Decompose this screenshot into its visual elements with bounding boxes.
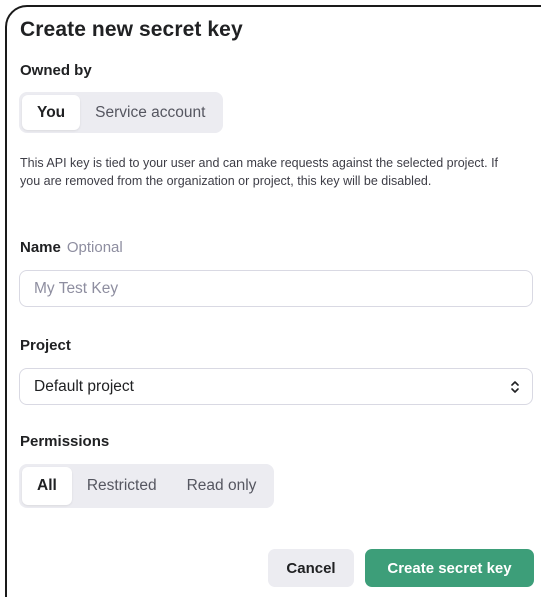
owned-by-label: Owned by <box>20 62 92 79</box>
dialog-title: Create new secret key <box>20 18 243 41</box>
owned-by-segmented-control: You Service account <box>19 92 224 133</box>
owned-by-option-you[interactable]: You <box>22 95 81 130</box>
name-label: Name <box>20 239 61 256</box>
name-field-label: Name Optional <box>20 239 123 256</box>
permissions-label: Permissions <box>20 433 110 450</box>
permissions-segmented-control: All Restricted Read only <box>19 464 275 508</box>
owned-by-option-service-account[interactable]: Service account <box>80 95 220 130</box>
chevron-up-down-icon <box>511 381 519 393</box>
project-select-value: Default project <box>34 377 134 395</box>
permissions-option-restricted[interactable]: Restricted <box>72 467 172 505</box>
project-select[interactable]: Default project <box>19 368 533 405</box>
create-secret-key-button[interactable]: Create secret key <box>365 549 534 587</box>
permissions-option-read-only[interactable]: Read only <box>172 467 272 505</box>
permissions-option-all[interactable]: All <box>22 467 72 505</box>
name-input[interactable] <box>19 270 533 307</box>
project-label: Project <box>20 337 71 354</box>
ownership-description: This API key is tied to your user and ca… <box>20 156 499 188</box>
cancel-button[interactable]: Cancel <box>268 549 354 587</box>
name-optional-hint: Optional <box>66 239 123 256</box>
